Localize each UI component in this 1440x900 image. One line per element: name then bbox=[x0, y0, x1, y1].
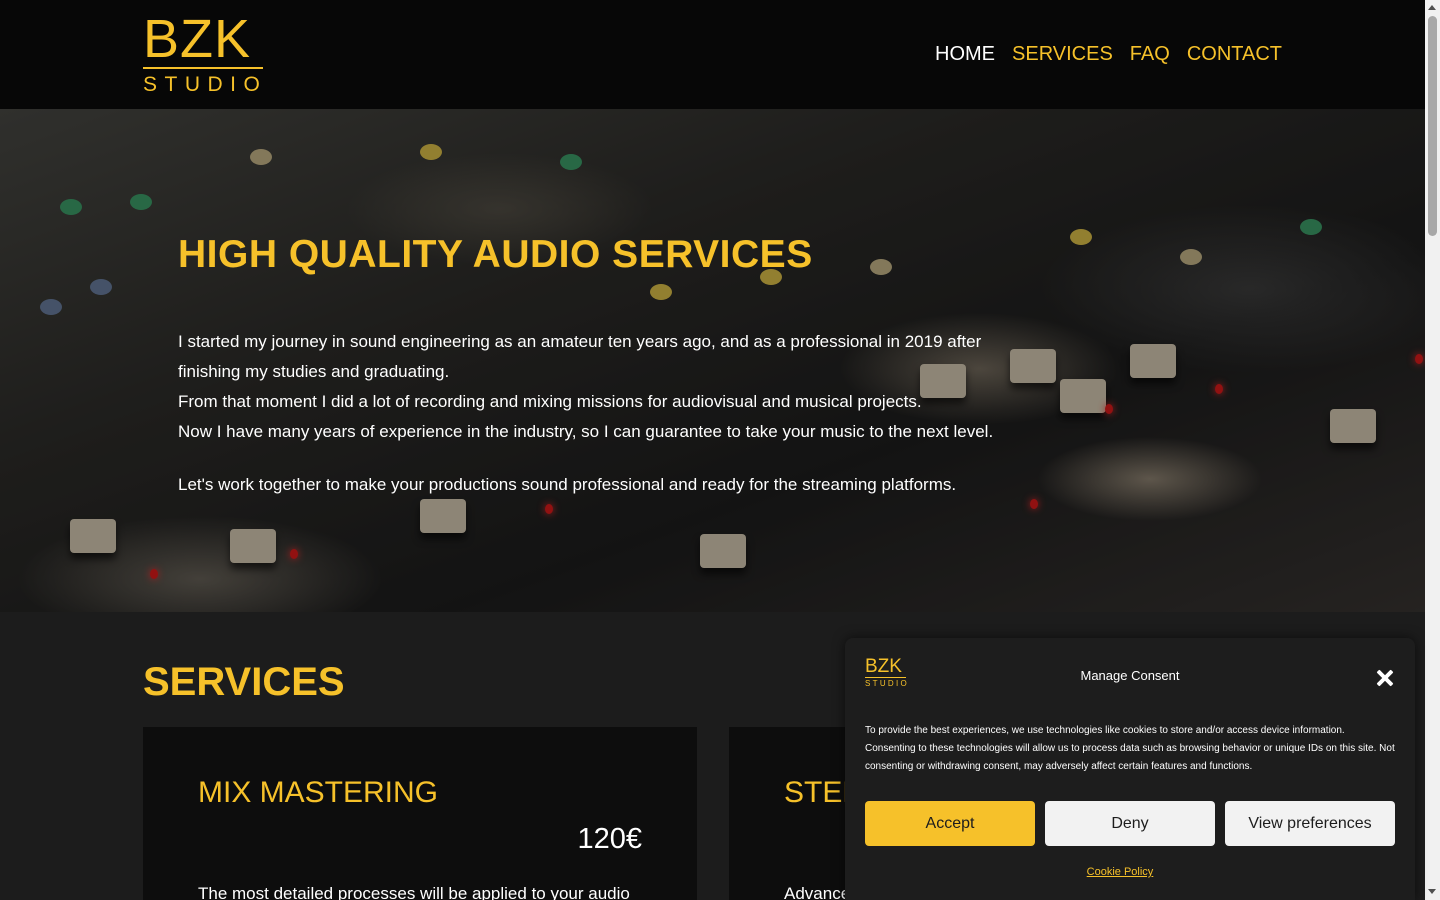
bzk-studio-logo[interactable]: BZK STUDIO bbox=[143, 9, 268, 96]
scrollbar-thumb[interactable] bbox=[1428, 16, 1437, 236]
cookie-policy-link[interactable]: Cookie Policy bbox=[845, 865, 1395, 879]
hero-title: HIGH QUALITY AUDIO SERVICES bbox=[178, 233, 813, 276]
hero-section: HIGH QUALITY AUDIO SERVICES I started my… bbox=[0, 109, 1425, 612]
hero-paragraph: I started my journey in sound engineerin… bbox=[178, 332, 982, 381]
logo-brand-text: BZK bbox=[143, 9, 252, 69]
nav-services[interactable]: SERVICES bbox=[1012, 41, 1113, 67]
page-scrollbar[interactable] bbox=[1425, 0, 1440, 900]
scroll-down-arrow-icon[interactable] bbox=[1428, 889, 1436, 894]
hero-paragraph: Now I have many years of experience in t… bbox=[178, 422, 994, 441]
accept-button[interactable]: Accept bbox=[865, 801, 1035, 846]
hero-paragraph: From that moment I did a lot of recordin… bbox=[178, 392, 922, 411]
services-heading: SERVICES bbox=[143, 660, 345, 704]
nav-home[interactable]: HOME bbox=[935, 41, 995, 67]
service-card-description: The most detailed processes will be appl… bbox=[198, 884, 630, 900]
cookie-consent-dialog: BZK STUDIO Manage Consent To provide the… bbox=[845, 638, 1415, 900]
consent-text: To provide the best experiences, we use … bbox=[865, 725, 1395, 772]
scroll-up-arrow-icon[interactable] bbox=[1428, 5, 1436, 10]
view-preferences-button[interactable]: View preferences bbox=[1225, 801, 1395, 846]
consent-title: Manage Consent bbox=[1080, 668, 1180, 683]
nav-contact[interactable]: CONTACT bbox=[1187, 41, 1282, 67]
service-card-title: MIX MASTERING bbox=[198, 776, 439, 809]
nav-faq[interactable]: FAQ bbox=[1130, 41, 1170, 67]
logo-divider bbox=[143, 67, 263, 69]
close-icon[interactable] bbox=[1375, 668, 1395, 688]
deny-button[interactable]: Deny bbox=[1045, 801, 1215, 846]
hero-paragraph: Let's work together to make your product… bbox=[178, 475, 957, 494]
service-card-mix-mastering: MIX MASTERING 120€ The most detailed pro… bbox=[143, 727, 697, 900]
service-card-price: 120€ bbox=[577, 823, 642, 855]
site-header: BZK STUDIO HOME SERVICES FAQ CONTACT bbox=[0, 0, 1425, 109]
logo-sub-text: STUDIO bbox=[143, 73, 268, 96]
main-nav: HOME SERVICES FAQ CONTACT bbox=[935, 41, 1282, 67]
hero-description: I started my journey in sound engineerin… bbox=[178, 327, 1008, 500]
